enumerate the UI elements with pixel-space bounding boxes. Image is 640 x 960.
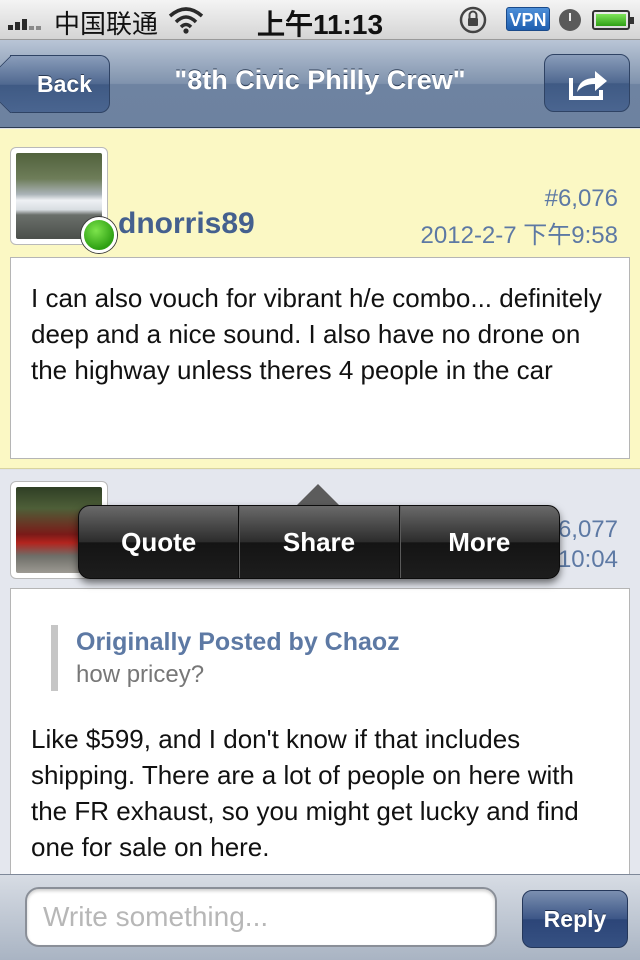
quote-block: Originally Posted by Chaoz how pricey? bbox=[51, 625, 609, 691]
battery-icon bbox=[592, 10, 634, 30]
post-body: I can also vouch for vibrant h/e combo..… bbox=[10, 257, 630, 459]
quote-author: Originally Posted by Chaoz bbox=[76, 628, 400, 656]
post-number: 6,077 bbox=[557, 516, 618, 543]
post-text: Like $599, and I don't know if that incl… bbox=[31, 724, 579, 862]
status-bar: 中国联通 上午11:13 VPN bbox=[0, 0, 640, 40]
page-title: "8th Civic Philly Crew" bbox=[174, 65, 466, 95]
navigation-bar: Back "8th Civic Philly Crew" bbox=[0, 40, 640, 128]
share-menu-item[interactable]: Share bbox=[239, 506, 400, 578]
post-date: 2012-2-7 下午9:58 bbox=[420, 222, 618, 249]
back-button[interactable]: Back bbox=[10, 55, 110, 113]
more-menu-item[interactable]: More bbox=[400, 506, 559, 578]
back-button-label: Back bbox=[37, 70, 92, 97]
reply-button[interactable]: Reply bbox=[522, 890, 628, 948]
post-date: 10:04 bbox=[557, 546, 618, 573]
rotation-lock-icon bbox=[459, 6, 487, 34]
online-status-icon bbox=[81, 217, 117, 253]
clock-icon bbox=[559, 9, 581, 31]
popup-menu-arrow bbox=[296, 484, 340, 506]
post-number: #6,076 bbox=[544, 185, 618, 212]
post-username[interactable]: dnorris89 bbox=[118, 207, 255, 241]
quote-menu-item[interactable]: Quote bbox=[79, 506, 240, 578]
vpn-icon: VPN bbox=[506, 7, 550, 31]
share-button[interactable] bbox=[544, 54, 630, 112]
share-icon bbox=[569, 71, 607, 100]
quote-text: how pricey? bbox=[76, 661, 205, 688]
post-body: Originally Posted by Chaoz how pricey? L… bbox=[10, 588, 630, 888]
popup-menu: Quote Share More bbox=[78, 505, 560, 579]
reply-bar: Reply bbox=[0, 874, 640, 960]
write-something-input[interactable] bbox=[25, 887, 497, 947]
post-item[interactable]: dnorris89 #6,076 2012-2-7 下午9:58 I can a… bbox=[0, 129, 640, 469]
